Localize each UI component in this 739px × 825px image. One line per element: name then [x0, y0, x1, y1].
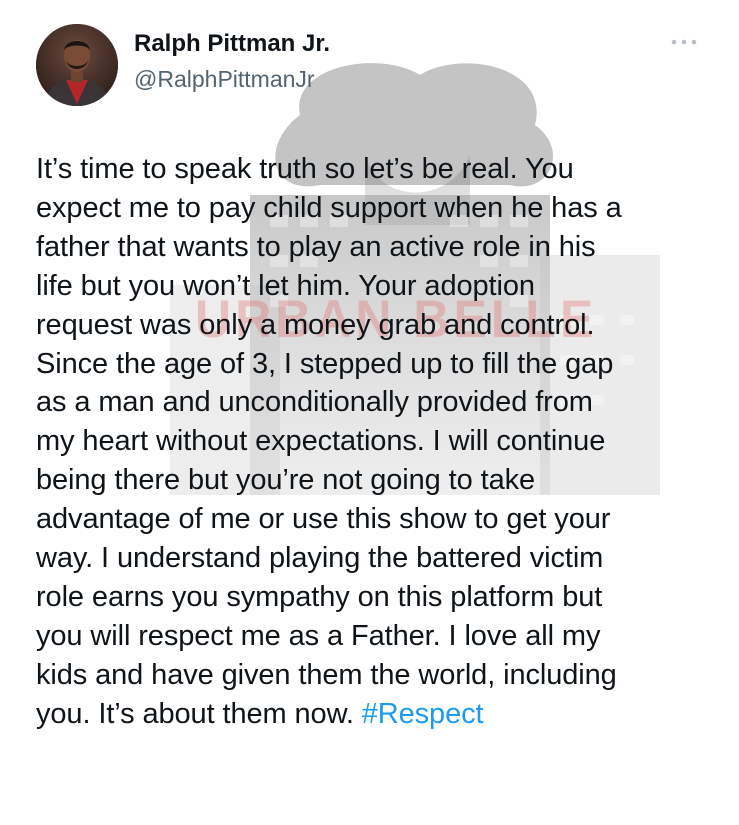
tweet-text: It’s time to speak truth so let’s be rea… [36, 150, 726, 734]
tweet-line: advantage of me or use this show to get … [36, 503, 611, 536]
tweet-line-last-text: you. It’s about them now. [36, 697, 362, 730]
tweet-line-last: you. It’s about them now. #Respect [36, 695, 726, 734]
tweet-line: role earns you sympathy on this platform… [36, 580, 603, 613]
tweet-line: way. I understand playing the battered v… [36, 542, 604, 575]
tweet-line: expect me to pay child support when he h… [36, 191, 622, 224]
tweet-line: as a man and unconditionally provided fr… [36, 386, 593, 419]
tweet-line: my heart without expectations. I will co… [36, 425, 606, 458]
tweet-line: life but you won’t let him. Your adoptio… [36, 269, 535, 302]
profile-photo-icon [36, 24, 118, 106]
tweet-line: being there but you’re not going to take [36, 464, 536, 497]
hashtag-link[interactable]: #Respect [362, 698, 484, 730]
more-options-button[interactable] [664, 30, 704, 54]
author-handle[interactable]: @RalphPittmanJr [134, 66, 315, 93]
author-display-name[interactable]: Ralph Pittman Jr. [134, 30, 330, 58]
avatar[interactable] [36, 24, 118, 106]
tweet-line: request was only a money grab and contro… [36, 308, 595, 341]
more-horizontal-icon [671, 39, 697, 45]
tweet-line: It’s time to speak truth so let’s be rea… [36, 153, 574, 185]
tweet-card: URBAN BELLE Ralph Pittman Jr. @RalphPitt… [0, 0, 739, 825]
tweet-line: Since the age of 3, I stepped up to fill… [36, 347, 614, 380]
tweet-line: father that wants to play an active role… [36, 230, 596, 263]
tweet-line: kids and have given them the world, incl… [36, 658, 617, 691]
tweet-line: you will respect me as a Father. I love … [36, 619, 601, 652]
